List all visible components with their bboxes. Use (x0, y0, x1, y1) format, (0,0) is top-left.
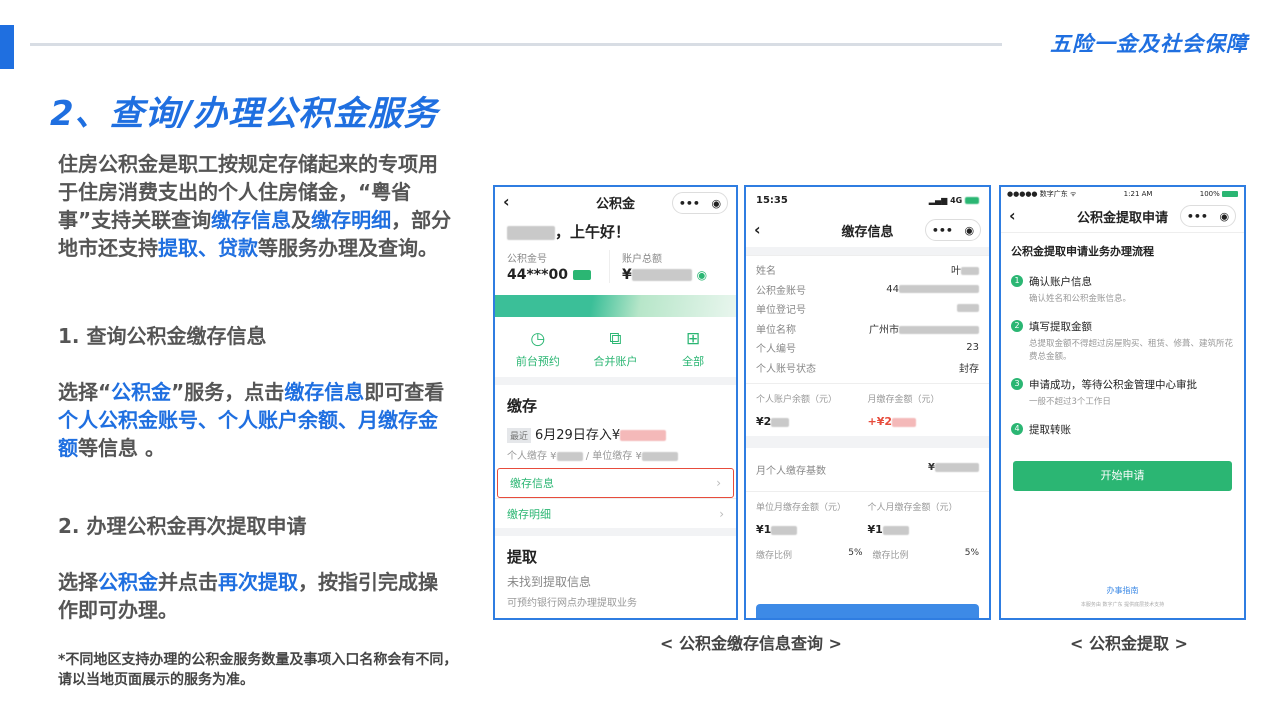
withdraw-heading: 提取 (507, 548, 538, 566)
merge-icon: ⧉ (609, 329, 622, 349)
chevron-right-icon: › (719, 506, 724, 521)
field-person-no: 个人编号 23 (756, 342, 979, 356)
miniapp-capsule[interactable]: ••• ◉ (672, 192, 728, 214)
withdraw-status: 未找到提取信息 (507, 575, 592, 589)
slide-title: 2、查询/办理公积金服务 (50, 94, 439, 134)
row-deposit-detail[interactable]: 缴存明细 › (495, 498, 736, 528)
account-value: 44***00 (507, 267, 609, 283)
header-title: 五险一金及社会保障 (1050, 32, 1248, 56)
more-icon[interactable]: ••• (1187, 210, 1208, 223)
close-target-icon[interactable]: ◉ (712, 197, 722, 210)
greeting: ，上午好！ (495, 217, 736, 246)
footnote: *不同地区支持办理的公积金服务数量及事项入口名称会有不同，请以当地页面展示的服务… (58, 652, 458, 688)
process-step: 1 确认账户信息 确认姓名和公积金账信息。 (1001, 267, 1244, 312)
section-gap (495, 528, 736, 536)
guide-link[interactable]: 办事指南 (1001, 585, 1244, 596)
section-gap (746, 436, 989, 448)
header-divider (30, 43, 1002, 46)
navbar-title: 公积金提取申请 (1076, 210, 1168, 226)
section-gap (746, 247, 989, 255)
more-icon[interactable]: ••• (932, 224, 953, 237)
balance-monthly: 个人账户余额（元） ¥2 月缴存金额（元） +¥2 (746, 383, 989, 436)
status-bar: 15:35 ▂▄▆ 4G (746, 187, 989, 213)
account-label: 公积金号 (507, 254, 547, 265)
caption-withdraw: < 公积金提取 > (1070, 634, 1188, 653)
miniapp-capsule[interactable]: ••• ◉ (1180, 205, 1236, 227)
ratios: 缴存比例 5% 缴存比例 5% (756, 548, 979, 561)
row-deposit-info[interactable]: 缴存信息 › (497, 468, 734, 498)
eye-icon[interactable]: ◉ (697, 268, 707, 282)
close-target-icon[interactable]: ◉ (965, 224, 975, 237)
field-unit-name: 单位名称 广州市 (746, 319, 989, 339)
navbar-title: 缴存信息 (841, 224, 894, 240)
footer-text: 本服务由 数字广东 提供底层技术支持 (1080, 602, 1165, 608)
balance-value: ¥ ◉ (622, 267, 708, 283)
deposit-base: 月个人缴存基数 ¥ (746, 448, 989, 491)
quick-actions: ◷ 前台预约 ⧉ 合并账户 ⊞ 全部 (495, 317, 736, 385)
field-name: 姓名叶 (746, 260, 989, 280)
close-target-icon[interactable]: ◉ (1220, 210, 1230, 223)
action-appointment[interactable]: ◷ 前台预约 (503, 329, 573, 369)
miniapp-capsule[interactable]: ••• ◉ (925, 219, 981, 241)
phone-screenshot-withdraw: ●●●●● 数字广东 ᯤ 1:21 AM 100% ‹ 公积金提取申请 ••• ◉ 公… (999, 185, 1246, 620)
process-title: 公积金提取申请业务办理流程 (1001, 232, 1244, 267)
balance-label: 账户总额 (622, 254, 662, 265)
field-account-status: 个人账号状态 封存 (756, 363, 979, 375)
deposit-breakdown: 个人缴存 ¥ / 单位缴存 ¥ (495, 447, 736, 468)
caption-deposit-query: < 公积金缴存信息查询 > (660, 634, 842, 653)
field-fund-account: 公积金账号 44 (746, 280, 989, 300)
signal-icon: ▂▄▆ (928, 195, 948, 205)
back-icon[interactable]: ‹ (1009, 206, 1016, 225)
step1-heading: 1. 查询公积金缴存信息 (58, 324, 267, 348)
personal-info: 姓名叶 公积金账号 44 单位登记号 单位名称 广州市 个人编号 23 个人账号状态封… (746, 255, 989, 377)
process-step: 2 填写提取金额 总提取金额不得超过房屋购买、租赁、修葺、建筑所花费总金额。 (1001, 312, 1244, 370)
navbar: ‹ 缴存信息 ••• ◉ (746, 213, 989, 247)
phone-screenshot-deposit-info: 15:35 ▂▄▆ 4G ‹ 缴存信息 ••• ◉ 姓名叶 公积金账号 44 单位登记… (744, 185, 991, 620)
navbar: ‹ 公积金 ••• ◉ (495, 187, 736, 217)
field-unit-reg: 单位登记号 (746, 299, 989, 319)
action-merge-account[interactable]: ⧉ 合并账户 (580, 329, 650, 369)
status-bar: ●●●●● 数字广东 ᯤ 1:21 AM 100% (1001, 187, 1244, 200)
navbar-title: 公积金 (595, 196, 635, 212)
phone-screenshot-provident-fund: ‹ 公积金 ••• ◉ ，上午好！ 公积金号 44***00 账户总额 ¥ ◉ ◷… (493, 185, 738, 620)
navbar: ‹ 公积金提取申请 ••• ◉ (1001, 200, 1244, 232)
process-step: 4 提取转账 (1001, 415, 1244, 443)
deposit-heading: 缴存 (507, 397, 538, 415)
deposit-latest: 最近 6月29日存入¥ (495, 420, 736, 447)
step2-body: 选择公积金并点击再次提取，按指引完成操作即可办理。 (58, 570, 438, 622)
view-detail-button[interactable] (756, 604, 979, 618)
unit-person-monthly: 单位月缴存金额（元） ¥1 个人月缴存金额（元） ¥1 (746, 491, 989, 544)
step1-body: 选择“公积金”服务，点击缴存信息即可查看个人公积金账号、个人账户余额、月缴存金额… (58, 380, 445, 460)
grid-icon: ⊞ (686, 329, 701, 349)
back-icon[interactable]: ‹ (754, 220, 761, 239)
chevron-right-icon: › (716, 476, 721, 490)
header-accent-bar (0, 25, 14, 69)
account-summary: 公积金号 44***00 账户总额 ¥ ◉ (495, 246, 736, 287)
intro-paragraph: 住房公积金是职工按规定存储起来的专项用于住房消费支出的个人住房储金，“粤省事”支… (58, 152, 452, 260)
header-wave (495, 295, 736, 317)
process-step: 3 申请成功，等待公积金管理中心审批 一般不超过3个工作日 (1001, 370, 1244, 415)
step2-heading: 2. 办理公积金再次提取申请 (58, 514, 307, 538)
clock-icon: ◷ (530, 329, 546, 349)
battery-icon (1221, 190, 1238, 197)
action-all[interactable]: ⊞ 全部 (658, 329, 728, 369)
withdraw-note: 可预约银行网点办理提取业务 (507, 598, 637, 609)
back-icon[interactable]: ‹ (503, 192, 510, 211)
start-application-button[interactable]: 开始申请 (1013, 461, 1232, 491)
more-icon[interactable]: ••• (679, 197, 700, 210)
